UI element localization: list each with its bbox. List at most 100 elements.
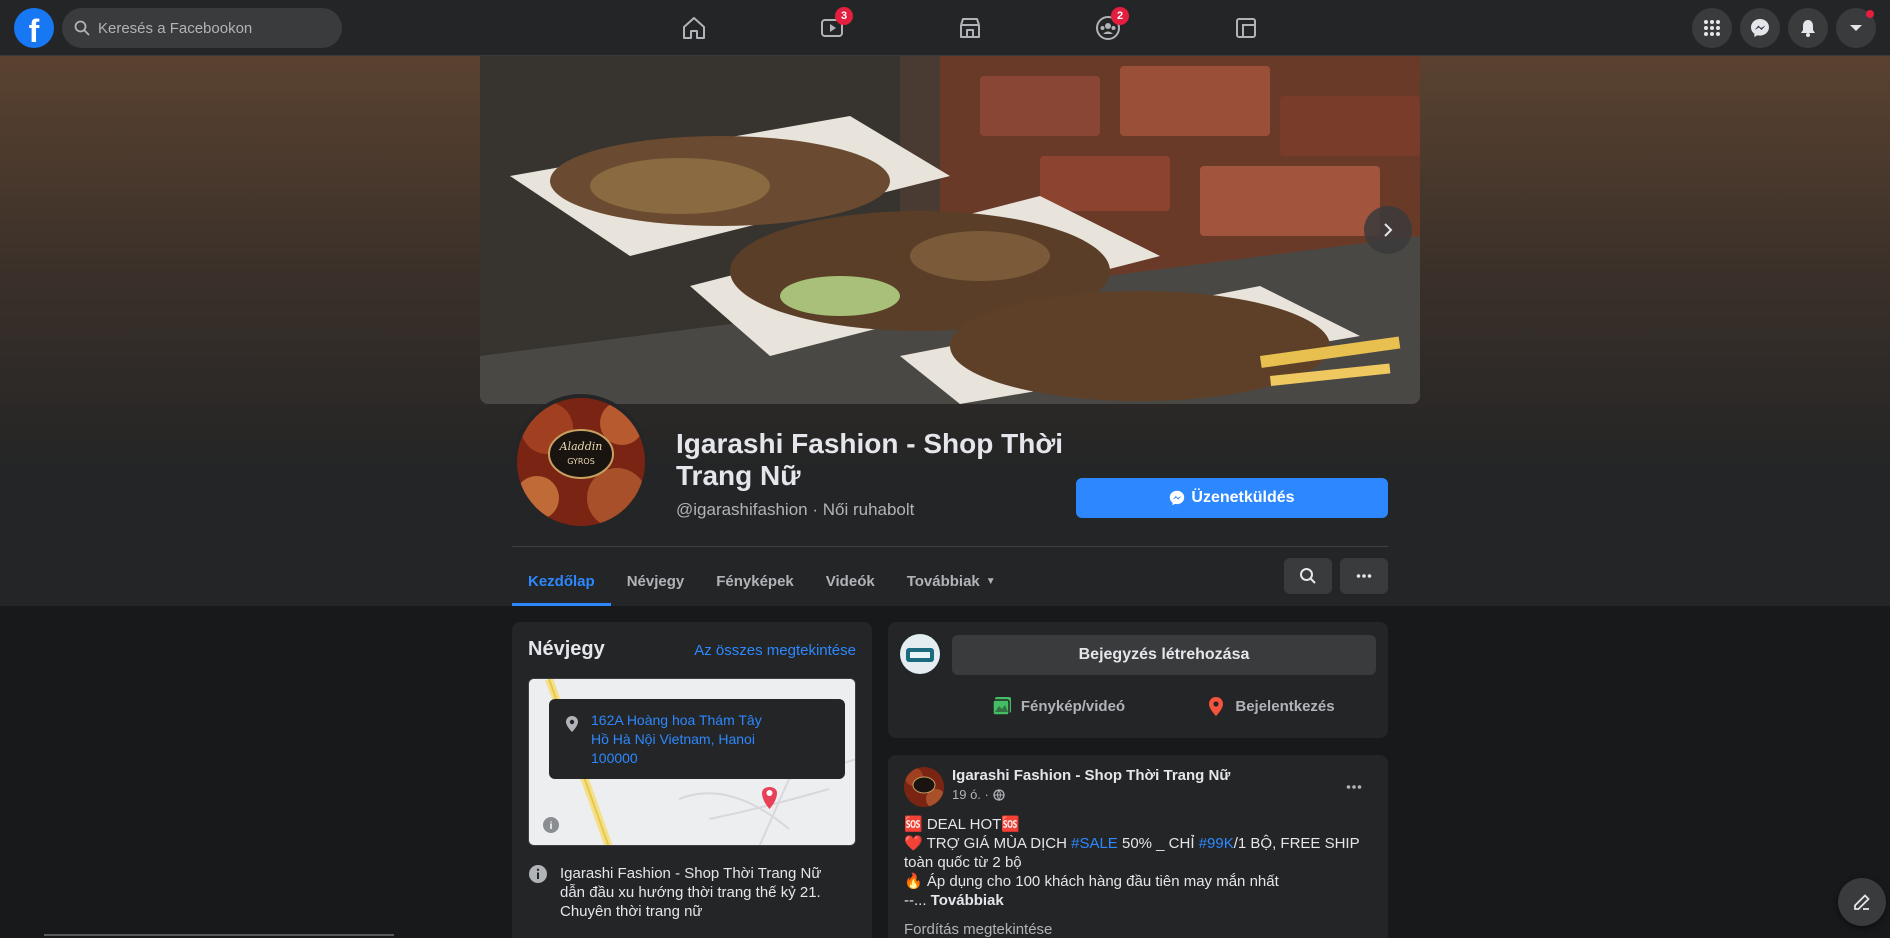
messenger-button[interactable] — [1740, 8, 1780, 48]
tab-videos[interactable]: Videók — [810, 556, 891, 606]
photo-video-button[interactable]: Fénykép/videó — [952, 686, 1164, 726]
address-link[interactable]: 162A Hoàng hoa Thám Tây Hồ Hà Nội Vietna… — [591, 711, 762, 767]
post-time[interactable]: 19 ó. · — [952, 787, 989, 802]
tab-label: Fényképek — [716, 572, 794, 590]
marketplace-icon — [960, 18, 980, 38]
cover-food-image — [480, 56, 1420, 404]
photo-video-label: Fénykép/videó — [1020, 697, 1126, 715]
post-text: 🆘 DEAL HOT🆘 ❤️ TRỢ GIÁ MÙA DỊCH #SALE 50… — [904, 815, 1374, 910]
top-navbar: f 3 2 — [0, 0, 1890, 56]
see-more-link[interactable]: Továbbiak — [931, 892, 1004, 909]
nav-groups[interactable]: 2 — [1039, 0, 1177, 56]
profile-picture[interactable]: Aladdin GYROS — [513, 394, 649, 530]
grid-menu-icon — [1704, 20, 1720, 36]
post-line: --... Továbbiak — [904, 891, 1374, 910]
post-options-button[interactable] — [1336, 769, 1372, 805]
avatar-image — [904, 767, 944, 807]
post-text-part: 50% _ CHỈ — [1117, 835, 1199, 852]
search-box[interactable] — [62, 8, 342, 48]
page-title: Igarashi Fashion - Shop Thời Trang Nữ — [676, 428, 1064, 491]
account-button[interactable] — [1836, 8, 1876, 48]
facebook-logo-icon[interactable]: f — [14, 8, 54, 49]
watch-badge: 3 — [835, 7, 853, 25]
header-divider — [512, 546, 1388, 547]
globe-icon — [993, 788, 1005, 801]
page-handle: @igarashifashion · Női ruhabolt — [676, 500, 915, 519]
avatar[interactable] — [904, 767, 944, 807]
notification-dot — [1866, 10, 1874, 18]
description-text: Igarashi Fashion - Shop Thời Trang Nữ dẫ… — [560, 865, 822, 920]
svg-text:i: i — [550, 821, 553, 832]
address-line: Hồ Hà Nội Vietnam, Hanoi — [591, 731, 755, 747]
svg-text:Aladdin: Aladdin — [559, 440, 603, 453]
page-tabs: Kezdőlap Névjegy Fényképek Videók Tovább… — [512, 556, 1012, 606]
create-post-card: Bejegyzés létrehozása Fénykép/videó Beje… — [888, 622, 1388, 738]
bell-icon — [1801, 20, 1815, 37]
tab-more[interactable]: Továbbiak ▼ — [891, 556, 1012, 606]
tab-about[interactable]: Névjegy — [611, 556, 701, 606]
photo-icon — [992, 697, 1011, 716]
tab-label: Kezdőlap — [528, 572, 595, 590]
post-text-part: ❤️ TRỢ GIÁ MÙA DỊCH — [904, 835, 1072, 852]
search-icon — [74, 20, 90, 36]
chevron-right-icon — [1384, 223, 1393, 237]
tab-actions — [1284, 558, 1388, 594]
tab-label: Továbbiak — [906, 572, 980, 590]
chevron-down-icon — [1850, 25, 1862, 31]
post-line: 🔥 Áp dụng cho 100 khách hàng đầu tiên ma… — [904, 873, 1279, 890]
more-horizontal-icon — [1346, 785, 1362, 789]
tab-label: Videók — [825, 572, 875, 590]
send-message-button[interactable]: Üzenetküldés — [1076, 478, 1388, 518]
notifications-button[interactable] — [1788, 8, 1828, 48]
hashtag-link[interactable]: #SALE — [1071, 835, 1118, 852]
nav-gaming[interactable] — [1177, 0, 1315, 56]
post-card: Igarashi Fashion - Shop Thời Trang Nữ 19… — [888, 755, 1388, 938]
nav-watch[interactable]: 3 — [763, 0, 901, 56]
post-meta: 19 ó. · — [952, 787, 1005, 802]
messenger-icon — [1751, 19, 1769, 37]
checkin-button[interactable]: Bejelentkezés — [1164, 686, 1376, 726]
about-description: Igarashi Fashion - Shop Thời Trang Nữ dẫ… — [528, 864, 848, 921]
create-post-actions: Fénykép/videó Bejelentkezés — [952, 686, 1376, 726]
tab-label: Névjegy — [626, 572, 685, 590]
caret-down-icon: ▼ — [985, 575, 996, 587]
menu-button[interactable] — [1692, 8, 1732, 48]
location-map[interactable]: i 162A Hoàng hoa Thám Tây Hồ Hà Nội Viet… — [528, 678, 856, 846]
gaming-icon — [1236, 18, 1256, 38]
post-line: 🆘 DEAL HOT🆘 — [904, 816, 1020, 833]
tab-photos[interactable]: Fényképek — [700, 556, 810, 606]
location-pin-icon — [566, 716, 578, 732]
send-message-label: Üzenetküldés — [1191, 489, 1295, 506]
compose-icon — [1854, 894, 1870, 910]
post-line: ❤️ TRỢ GIÁ MÙA DỊCH #SALE 50% _ CHỈ #99K… — [904, 834, 1374, 872]
main-nav: 3 2 — [625, 0, 1315, 56]
hashtag-link[interactable]: #99K — [1199, 835, 1234, 852]
see-all-link[interactable]: Az összes megtekintése — [694, 642, 856, 659]
groups-badge: 2 — [1111, 7, 1129, 25]
messenger-icon — [1170, 490, 1185, 506]
avatar-image — [900, 634, 940, 674]
aladdin-gyros-logo: Aladdin GYROS — [517, 398, 645, 526]
checkin-label: Bejelentkezés — [1235, 697, 1335, 715]
home-icon — [683, 17, 705, 39]
cover-photo[interactable] — [480, 56, 1420, 404]
post-author[interactable]: Igarashi Fashion - Shop Thời Trang Nữ — [952, 767, 1230, 784]
post-text-part: --... — [904, 892, 931, 909]
tab-home[interactable]: Kezdőlap — [512, 556, 611, 606]
address-line: 100000 — [591, 750, 638, 766]
page-search-button[interactable] — [1284, 558, 1332, 594]
avatar[interactable] — [900, 634, 940, 674]
address-line: 162A Hoàng hoa Thám Tây — [591, 712, 762, 728]
nav-home[interactable] — [625, 0, 763, 56]
scroll-indicator — [44, 934, 394, 936]
page-more-button[interactable] — [1340, 558, 1388, 594]
see-translation-link[interactable]: Fordítás megtekintése — [904, 921, 1052, 938]
account-controls — [1692, 8, 1876, 48]
create-post-button[interactable]: Bejegyzés létrehozása — [952, 635, 1376, 675]
search-input[interactable] — [98, 19, 318, 37]
new-message-button[interactable] — [1838, 878, 1886, 926]
info-icon — [529, 865, 547, 883]
more-horizontal-icon — [1356, 574, 1372, 578]
cover-next-button[interactable] — [1364, 206, 1412, 254]
nav-marketplace[interactable] — [901, 0, 1039, 56]
